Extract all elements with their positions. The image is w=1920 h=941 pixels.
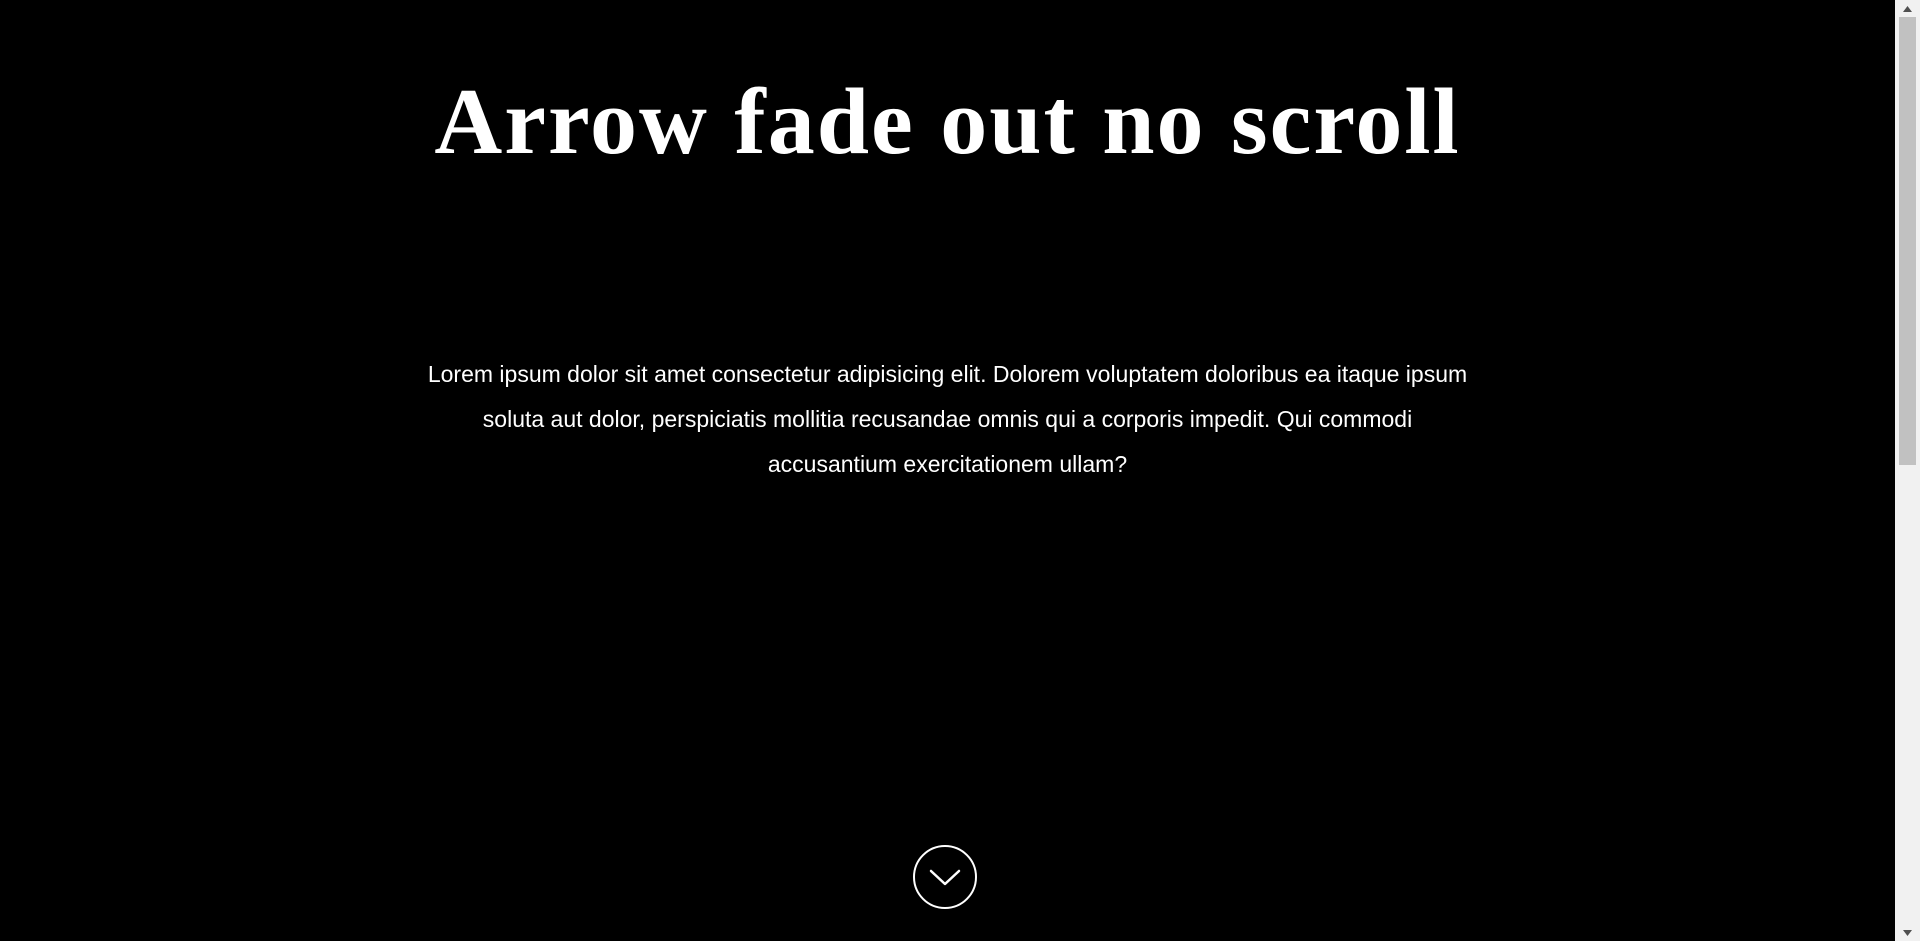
scroll-down-button[interactable] <box>913 845 977 909</box>
body-text: Lorem ipsum dolor sit amet consectetur a… <box>427 361 1468 477</box>
scroll-up-arrow-icon[interactable] <box>1895 0 1920 17</box>
hero-section: Arrow fade out no scroll Lorem ipsum dol… <box>0 0 1895 941</box>
vertical-scrollbar[interactable] <box>1895 0 1920 941</box>
page: Arrow fade out no scroll Lorem ipsum dol… <box>0 0 1920 941</box>
scrollbar-thumb[interactable] <box>1899 17 1916 465</box>
chevron-down-icon <box>929 869 961 886</box>
scroll-down-arrow-icon[interactable] <box>1895 924 1920 941</box>
page-title: Arrow fade out no scroll <box>434 70 1461 174</box>
